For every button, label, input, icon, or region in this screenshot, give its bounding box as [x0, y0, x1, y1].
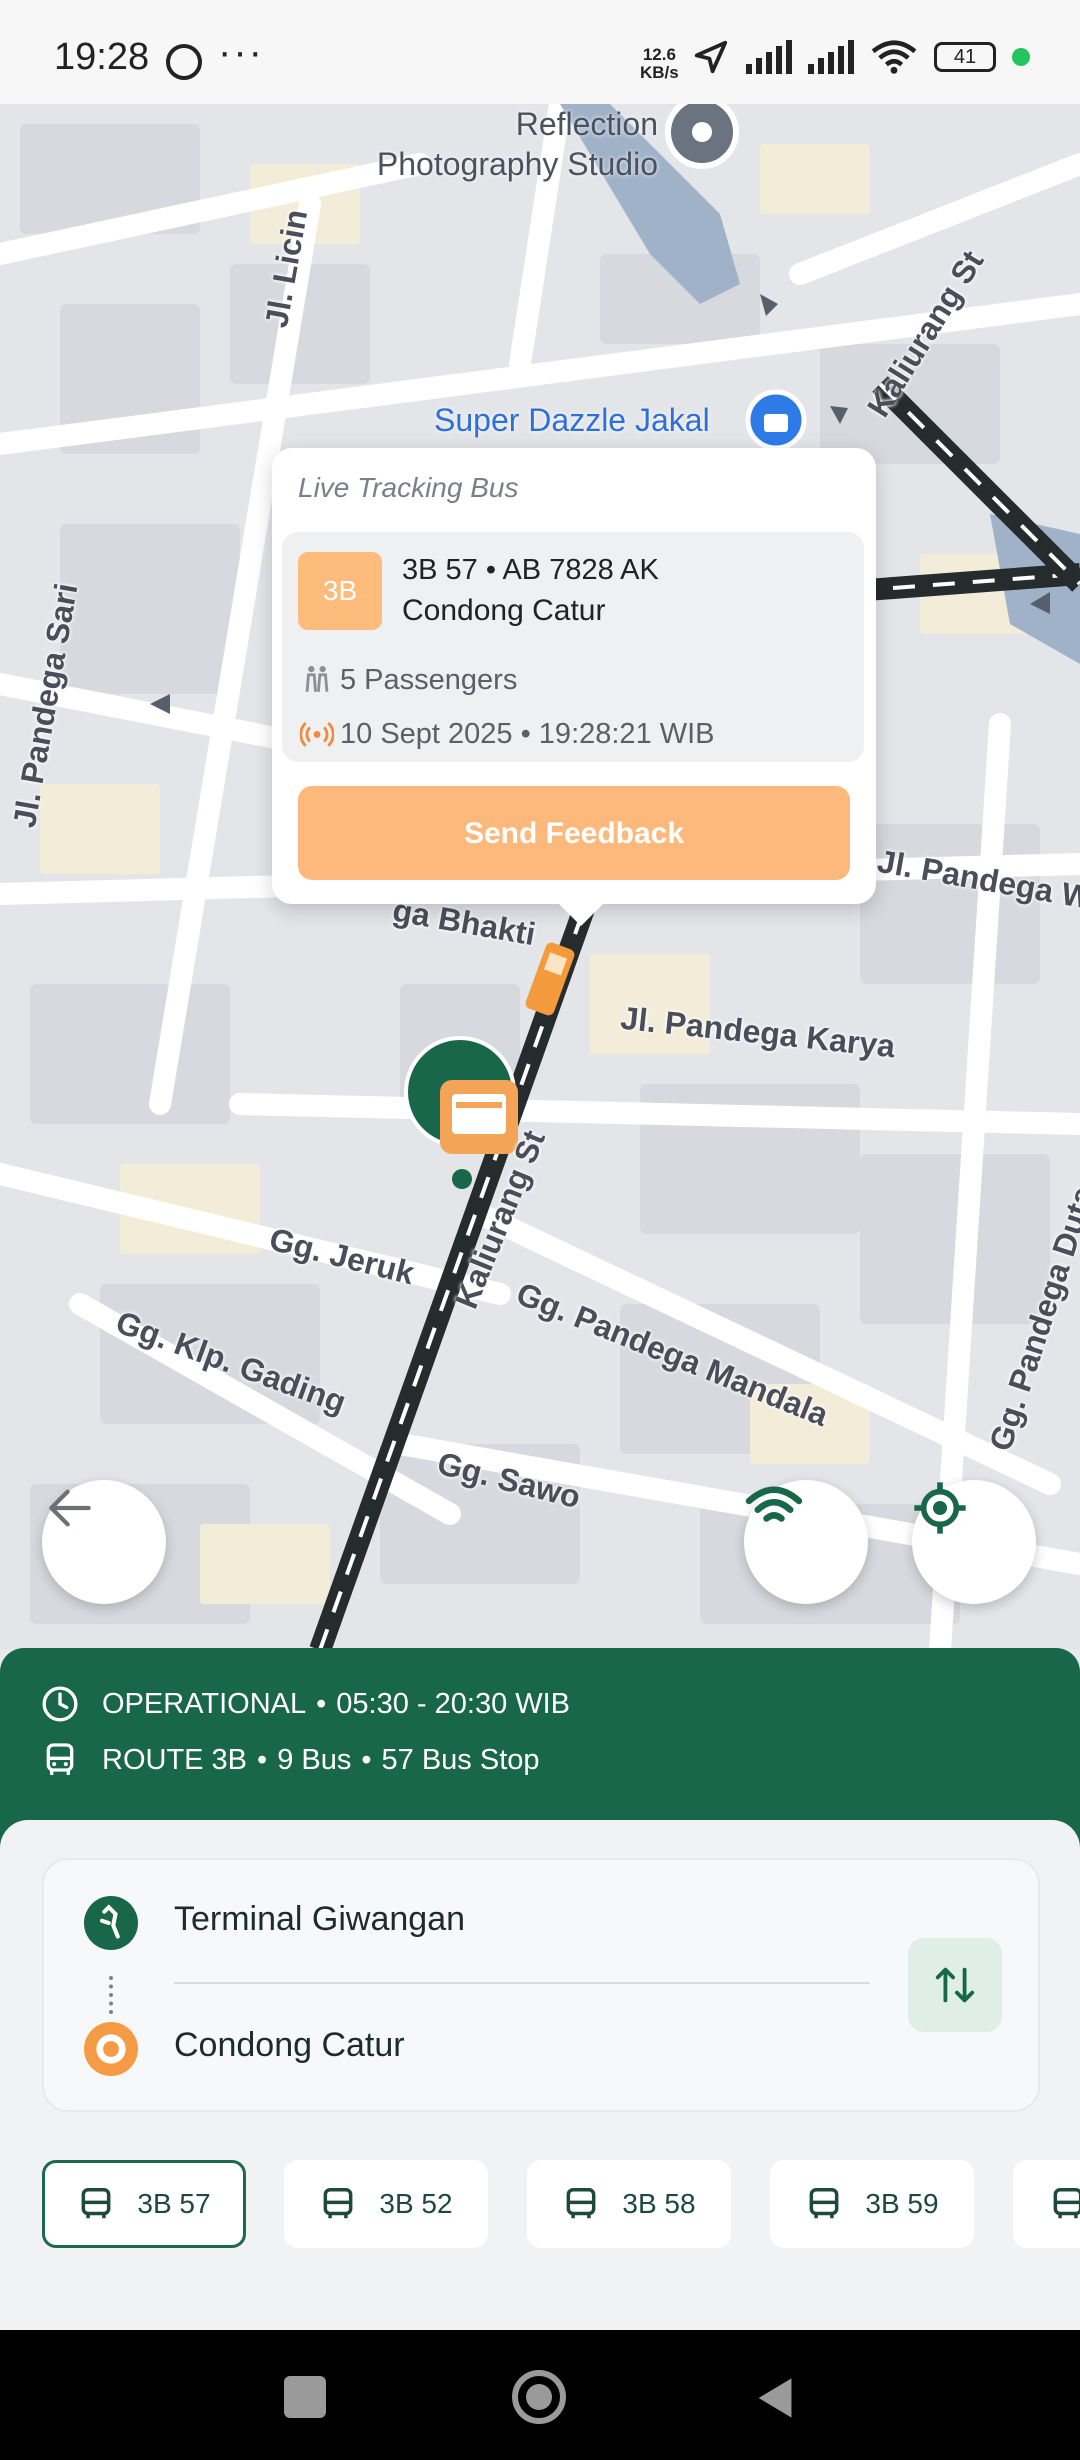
bus-icon [566, 2188, 596, 2219]
wifi-icon [871, 40, 917, 74]
location-arrow-icon [694, 40, 728, 74]
passenger-count: 5 Passengers [340, 664, 518, 696]
bottom-sheet: Terminal Giwangan Condong Catur 3B 57 3B… [0, 1820, 1080, 2330]
clock-icon [42, 1686, 78, 1722]
bus-selector[interactable]: 3B 57 3B 52 3B 58 3B 59 [0, 2150, 1080, 2300]
back-nav-button[interactable] [752, 2374, 796, 2422]
destination-icon [84, 2022, 138, 2076]
last-update-time: 10 Sept 2025 • 19:28:21 WIB [340, 718, 715, 750]
operational-row: OPERATIONAL • 05:30 - 20:30 WIB [40, 1684, 570, 1724]
swap-vertical-icon [935, 1967, 975, 2003]
origin-icon [84, 1896, 138, 1950]
signal-icon [746, 40, 792, 74]
popup-title: Live Tracking Bus [298, 472, 519, 503]
origin-label[interactable]: Terminal Giwangan [174, 1900, 465, 1939]
bus-plate: 3B 57 • AB 7828 AK [402, 554, 659, 586]
status-time: 19:28 [54, 36, 150, 78]
bus-chip-label: 3B 57 [137, 2188, 211, 2219]
stop-count: 57 Bus Stop [381, 1743, 540, 1776]
live-tracking-popup: Live Tracking Bus 3B 3B 57 • AB 7828 AK … [272, 448, 876, 926]
system-nav-bar [0, 2330, 1080, 2460]
signal-icon [808, 40, 854, 74]
poi-reflection-label[interactable]: Reflection Photography Studio [348, 104, 658, 184]
swap-route-button[interactable] [908, 1938, 1002, 2032]
battery-icon: 41 [934, 42, 996, 72]
network-speed: 12.6 KB/s [640, 46, 679, 82]
crosshair-icon [914, 1482, 966, 1534]
live-signal-button[interactable] [744, 1480, 868, 1604]
more-icon: ··· [218, 30, 264, 74]
privacy-indicator-dot [1012, 48, 1030, 66]
wifi-signal-icon [745, 1486, 803, 1522]
bus-details-card: 3B 3B 57 • AB 7828 AK Condong Catur 5 Pa… [282, 532, 864, 762]
bus-count: 9 Bus [277, 1743, 352, 1776]
whatsapp-icon [166, 44, 202, 80]
bus-chip-3b58[interactable]: 3B 58 [527, 2160, 731, 2248]
bus-chip-3b57[interactable]: 3B 57 [42, 2160, 246, 2248]
route-name: ROUTE 3B [102, 1743, 248, 1776]
back-button[interactable] [42, 1480, 166, 1604]
status-bar: 19:28 ··· 12.6 KB/s 41 [0, 0, 1080, 104]
bus-chip-3b52[interactable]: 3B 52 [284, 2160, 488, 2248]
passengers-icon [305, 665, 329, 692]
send-feedback-button[interactable]: Send Feedback [298, 786, 850, 880]
speed-value: 12.6 [642, 45, 676, 64]
route-badge: 3B [298, 552, 382, 630]
operational-status: OPERATIONAL [102, 1687, 307, 1720]
route-row: ROUTE 3B • 9 Bus • 57 Bus Stop [40, 1740, 540, 1780]
recents-button[interactable] [284, 2376, 326, 2418]
bus-chip-more[interactable] [1013, 2160, 1080, 2248]
home-button[interactable] [512, 2370, 566, 2424]
bus-icon [81, 2188, 111, 2219]
bus-chip-label: 3B 58 [622, 2188, 696, 2219]
bus-chip-label: 3B 52 [379, 2188, 453, 2219]
bus-destination: Condong Catur [402, 594, 606, 627]
bus-icon [1053, 2188, 1080, 2219]
route-connector [109, 1976, 117, 2014]
bus-chip-3b59[interactable]: 3B 59 [770, 2160, 974, 2248]
my-location-button[interactable] [912, 1480, 1036, 1604]
trip-card: Terminal Giwangan Condong Catur [42, 1858, 1040, 2112]
bus-icon [323, 2188, 353, 2219]
operational-hours: 05:30 - 20:30 WIB [336, 1687, 571, 1720]
bus-icon [809, 2188, 839, 2219]
poi-super-dazzle-label[interactable]: Super Dazzle Jakal [434, 402, 710, 439]
bus-chip-label: 3B 59 [865, 2188, 939, 2219]
arrow-left-icon [49, 1489, 91, 1527]
broadcast-icon [300, 722, 334, 747]
bus-icon [46, 1743, 74, 1775]
speed-unit: KB/s [640, 63, 679, 82]
destination-label[interactable]: Condong Catur [174, 2026, 405, 2065]
trip-divider [174, 1982, 870, 1984]
